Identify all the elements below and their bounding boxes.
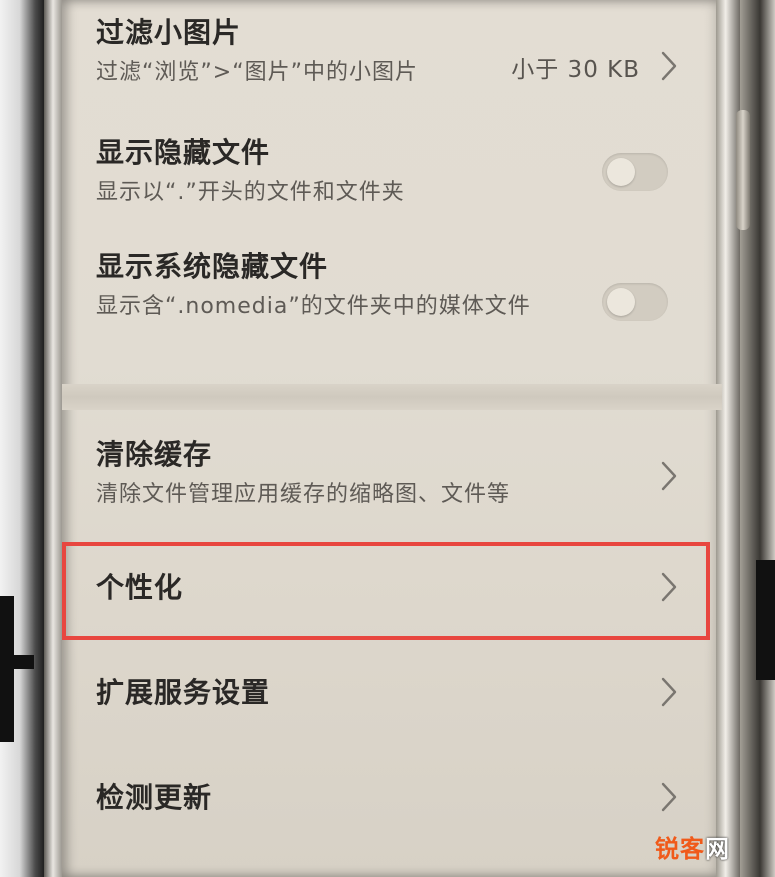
setting-title: 过滤小图片: [96, 16, 242, 49]
background-mark: [756, 560, 775, 680]
setting-clear-cache[interactable]: 清除缓存 清除文件管理应用缓存的缩略图、文件等: [96, 438, 686, 518]
toggle-knob: [607, 288, 635, 316]
background-mark: [0, 655, 34, 669]
setting-title: 清除缓存: [96, 438, 213, 471]
watermark-text: 网: [705, 835, 730, 863]
phone-side-button: [736, 110, 750, 230]
setting-subtitle: 显示以“.”开头的文件和文件夹: [96, 180, 405, 205]
chevron-right-icon: [660, 50, 678, 82]
setting-value: 小于 30 KB: [511, 57, 640, 83]
setting-subtitle: 清除文件管理应用缓存的缩略图、文件等: [96, 482, 511, 507]
chevron-right-icon: [660, 460, 678, 492]
show-system-hidden-files-toggle[interactable]: [602, 283, 668, 321]
setting-extended-services[interactable]: 扩展服务设置: [96, 676, 686, 716]
phone-bezel-left: [44, 0, 64, 877]
photo-frame: 过滤小图片 过滤“浏览”>“图片”中的小图片 小于 30 KB 显示隐藏文件 显…: [0, 0, 775, 877]
highlight-box: [62, 542, 710, 640]
setting-filter-small-images[interactable]: 过滤小图片 过滤“浏览”>“图片”中的小图片 小于 30 KB: [96, 16, 686, 96]
setting-subtitle: 显示含“.nomedia”的文件夹中的媒体文件: [96, 294, 531, 319]
watermark-text: 锐客: [655, 835, 705, 863]
background-mark: [0, 596, 14, 742]
setting-title: 扩展服务设置: [96, 676, 271, 709]
chevron-right-icon: [660, 781, 678, 813]
toggle-knob: [607, 158, 635, 186]
group-divider: [62, 384, 722, 410]
setting-show-system-hidden-files[interactable]: 显示系统隐藏文件 显示含“.nomedia”的文件夹中的媒体文件: [96, 250, 686, 360]
site-watermark: 锐客网: [655, 829, 730, 864]
setting-title: 显示系统隐藏文件: [96, 250, 329, 283]
show-hidden-files-toggle[interactable]: [602, 153, 668, 191]
chevron-right-icon: [660, 676, 678, 708]
setting-show-hidden-files[interactable]: 显示隐藏文件 显示以“.”开头的文件和文件夹: [96, 136, 686, 216]
setting-title: 显示隐藏文件: [96, 136, 271, 169]
background-left: [0, 0, 44, 877]
setting-check-updates[interactable]: 检测更新: [96, 781, 686, 821]
setting-title: 检测更新: [96, 781, 213, 814]
